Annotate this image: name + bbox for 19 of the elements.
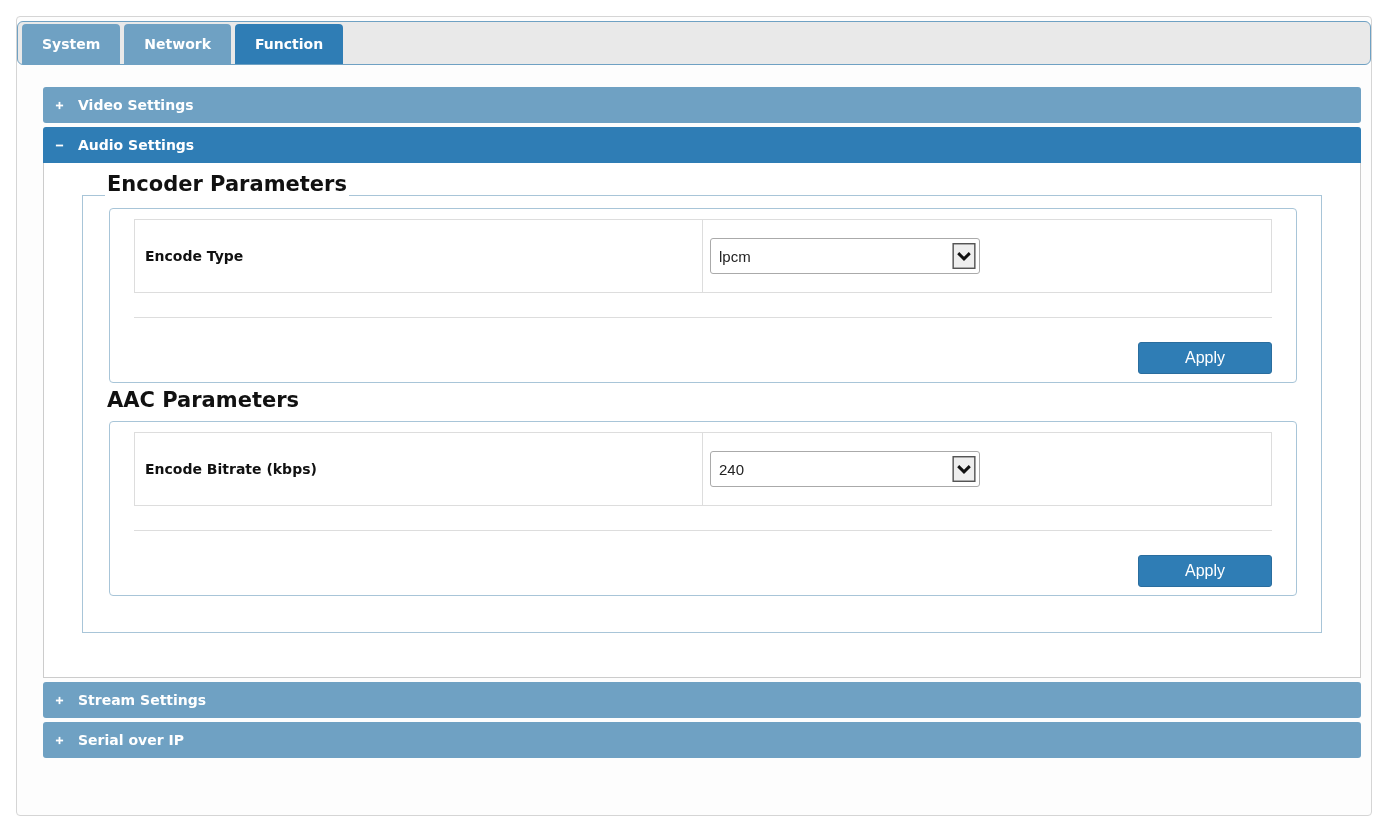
- plus-icon: [55, 735, 64, 745]
- caret-icon: [952, 243, 976, 269]
- apply-button[interactable]: Apply: [1138, 342, 1272, 374]
- field-label: Encode Type: [135, 220, 703, 292]
- dropdown-field[interactable]: lpcm: [710, 238, 980, 274]
- field-label: Encode Bitrate (kbps): [135, 433, 703, 505]
- group-title: Encoder Parameters: [105, 172, 349, 196]
- dropdown-field[interactable]: 240: [710, 451, 980, 487]
- tab[interactable]: Network: [124, 24, 231, 64]
- apply-button[interactable]: Apply: [1138, 555, 1272, 587]
- section-header[interactable]: Serial over IP: [43, 722, 1361, 758]
- section-header[interactable]: Audio Settings: [43, 127, 1361, 163]
- plus-icon: [55, 100, 64, 110]
- section-header[interactable]: Video Settings: [43, 87, 1361, 123]
- tab[interactable]: System: [22, 24, 121, 64]
- caret-icon: [952, 456, 976, 482]
- section-header[interactable]: Stream Settings: [43, 682, 1361, 718]
- tab[interactable]: Function: [235, 24, 344, 64]
- plus-icon: [55, 695, 64, 705]
